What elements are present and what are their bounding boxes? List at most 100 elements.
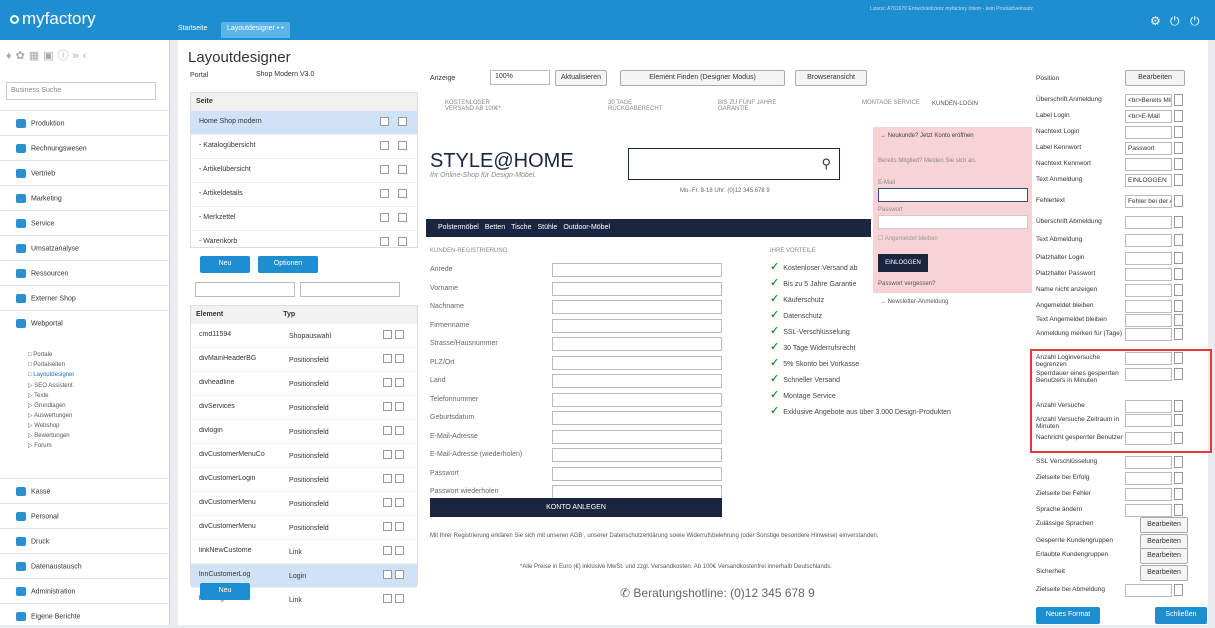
property-lookup-icon[interactable] (1174, 110, 1183, 122)
sidebar-subitem[interactable]: ▷ Webshop (28, 422, 60, 429)
sidebar-subitem[interactable]: ▷ Forum (28, 442, 52, 449)
property-input[interactable] (1125, 216, 1172, 229)
row-action-icon[interactable] (398, 117, 407, 126)
property-input[interactable] (1125, 126, 1172, 139)
row-action-icon[interactable] (398, 213, 407, 222)
sidebar-item[interactable]: Externer Shop (0, 285, 170, 310)
row-action-icon[interactable] (383, 498, 392, 507)
row-action-icon[interactable] (383, 546, 392, 555)
property-lookup-icon[interactable] (1174, 504, 1183, 516)
element-row[interactable]: divCustomerMenu Positionsfeld (191, 515, 417, 539)
filter-input[interactable] (195, 282, 295, 297)
close-button[interactable]: Schließen (1155, 607, 1207, 624)
shop-search-input[interactable]: ⚲ (628, 148, 840, 180)
page-row[interactable]: - Warenkorb (191, 230, 417, 254)
row-action-icon[interactable] (380, 117, 389, 126)
sidebar-item[interactable]: Marketing (0, 185, 170, 210)
page-row[interactable]: - Katalogübersicht (191, 134, 417, 158)
property-lookup-icon[interactable] (1174, 234, 1183, 246)
quick-icons[interactable]: ♦✿▦▣ⓘ»‹ (6, 47, 90, 63)
sidebar-item[interactable]: Druck (0, 528, 170, 553)
property-input[interactable]: <br>Bereits Mitgli (1125, 94, 1172, 107)
sidebar-subitem[interactable]: □ Layoutdesigner (28, 372, 74, 378)
row-action-icon[interactable] (383, 330, 392, 339)
row-action-icon[interactable] (383, 354, 392, 363)
property-edit-button[interactable]: Bearbeiten (1140, 517, 1188, 533)
property-lookup-icon[interactable] (1174, 174, 1183, 186)
sidebar-item[interactable]: Eigene Berichte (0, 603, 170, 628)
row-action-icon[interactable] (395, 330, 404, 339)
property-lookup-icon[interactable] (1174, 142, 1183, 154)
property-input[interactable] (1125, 234, 1172, 247)
sidebar-item[interactable]: Rechnungswesen (0, 135, 170, 160)
field-input[interactable] (552, 392, 722, 407)
row-action-icon[interactable] (395, 474, 404, 483)
new-format-button[interactable]: Neues Format (1036, 607, 1100, 624)
app-logo[interactable]: myfactory (10, 9, 96, 29)
forgot-password-link[interactable]: Passwort vergessen? (878, 281, 935, 287)
gear-icon[interactable]: ⚙ (1150, 14, 1161, 28)
field-input[interactable] (552, 448, 722, 462)
element-row[interactable]: cmd11594 Shopauswahl (191, 323, 417, 347)
filter-select[interactable] (300, 282, 400, 297)
row-action-icon[interactable] (395, 426, 404, 435)
property-lookup-icon[interactable] (1174, 126, 1183, 138)
nav-item[interactable]: Betten (485, 224, 505, 231)
page-row[interactable]: - Artikelübersicht (191, 158, 417, 182)
property-input[interactable] (1125, 584, 1172, 597)
property-lookup-icon[interactable] (1174, 488, 1183, 500)
row-action-icon[interactable] (398, 141, 407, 150)
property-edit-button[interactable]: Bearbeiten (1140, 548, 1188, 564)
element-row[interactable]: divlogin Positionsfeld (191, 419, 417, 443)
property-lookup-icon[interactable] (1174, 252, 1183, 264)
row-action-icon[interactable] (383, 426, 392, 435)
property-input[interactable] (1125, 456, 1172, 469)
row-action-icon[interactable] (383, 570, 392, 579)
property-input[interactable] (1125, 314, 1172, 327)
property-input[interactable]: <br>E-Mail (1125, 110, 1172, 123)
element-row[interactable]: divheadline Positionsfeld (191, 371, 417, 395)
page-row[interactable]: Home Shop modern (191, 110, 417, 134)
sidebar-item[interactable]: Datenaustausch (0, 553, 170, 578)
row-action-icon[interactable] (398, 165, 407, 174)
property-lookup-icon[interactable] (1174, 328, 1183, 340)
property-input[interactable] (1125, 158, 1172, 171)
field-input[interactable] (552, 429, 722, 444)
nav-item[interactable]: Tische (511, 224, 531, 231)
element-row[interactable]: divCustomerLogin Positionsfeld (191, 467, 417, 491)
property-input[interactable]: EINLOGGEN (1125, 174, 1172, 187)
search-icon[interactable]: ⚲ (821, 156, 831, 172)
element-row[interactable]: divCustomerMenu Positionsfeld (191, 491, 417, 515)
sidebar-subitem[interactable]: ▷ SEO Assistent (28, 382, 73, 389)
property-input[interactable] (1125, 284, 1172, 297)
row-action-icon[interactable] (383, 450, 392, 459)
element-row[interactable]: linkNewCustome Link (191, 539, 417, 563)
tab-startseite[interactable]: Startseite (172, 22, 214, 38)
property-lookup-icon[interactable] (1174, 300, 1183, 312)
sidebar-item[interactable]: Umsatzanalyse (0, 235, 170, 260)
sidebar-item[interactable]: Ressourcen (0, 260, 170, 285)
row-action-icon[interactable] (380, 237, 389, 246)
page-row[interactable]: - Artikeldetails (191, 182, 417, 206)
new-element-button[interactable]: Neu (200, 583, 250, 600)
sidebar-item[interactable]: Personal (0, 503, 170, 528)
sidebar-item[interactable]: Kasse (0, 478, 170, 503)
row-action-icon[interactable] (398, 189, 407, 198)
field-input[interactable] (552, 466, 722, 481)
property-input[interactable] (1125, 488, 1172, 501)
property-lookup-icon[interactable] (1174, 216, 1183, 228)
new-page-button[interactable]: Neu (200, 256, 250, 273)
sidebar-item[interactable]: Service (0, 210, 170, 235)
kundenlogin-link[interactable]: KUNDEN-LOGIN (932, 101, 978, 107)
row-action-icon[interactable] (395, 594, 404, 603)
logout-icon[interactable]: ⏻ (1190, 14, 1200, 29)
property-input[interactable]: Fehler bei der Anr (1125, 195, 1172, 208)
row-action-icon[interactable] (383, 378, 392, 387)
row-action-icon[interactable] (383, 474, 392, 483)
row-action-icon[interactable] (395, 522, 404, 531)
login-email-input[interactable] (878, 188, 1028, 202)
nav-item[interactable]: Stühle (537, 224, 557, 231)
remember-checkbox[interactable]: ☐ Angemeldet bleiben (878, 235, 938, 242)
field-input[interactable] (552, 485, 722, 499)
property-lookup-icon[interactable] (1174, 268, 1183, 280)
